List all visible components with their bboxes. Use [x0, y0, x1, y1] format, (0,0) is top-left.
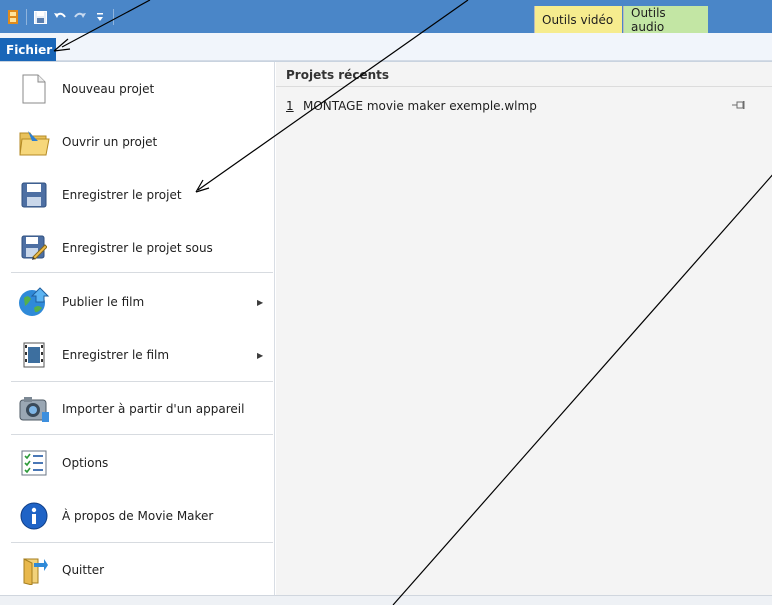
menu-item-save-project-as[interactable]: Enregistrer le projet sous [3, 221, 275, 275]
menu-item-label: Quitter [62, 563, 105, 577]
menu-footer-bar [0, 595, 772, 605]
info-icon [17, 499, 51, 533]
menu-divider [11, 434, 273, 435]
quick-access-toolbar [6, 6, 114, 28]
ribbon-tab-row [0, 33, 772, 61]
menu-item-open-project[interactable]: Ouvrir un projet [3, 115, 275, 169]
menu-item-new-project[interactable]: Nouveau projet [3, 62, 275, 116]
customize-dropdown-icon[interactable] [93, 10, 107, 24]
tab-video-tools[interactable]: Outils vidéo [534, 6, 622, 33]
file-menu-commands: Nouveau projet Ouvrir un projet Enregist… [3, 62, 275, 595]
menu-item-import-device[interactable]: Importer à partir d'un appareil [3, 382, 275, 436]
save-icon[interactable] [33, 10, 47, 24]
recent-project-name: MONTAGE movie maker exemple.wlmp [303, 99, 537, 113]
publish-globe-icon [17, 285, 51, 319]
recent-divider [276, 86, 772, 87]
tab-audio-tools[interactable]: Outils audio [623, 6, 708, 34]
recent-projects-title: Projets récents [286, 68, 389, 82]
menu-item-save-project[interactable]: Enregistrer le projet [3, 168, 275, 222]
toolbar-separator [113, 9, 114, 25]
title-bar: Outils vidéo Outils audio [0, 0, 772, 34]
recent-project-number: 1 [286, 99, 294, 113]
save-disk-icon [17, 178, 51, 212]
recent-projects-pane: Projets récents 1 MONTAGE movie maker ex… [276, 62, 772, 595]
app-icon[interactable] [6, 10, 20, 24]
recent-project-item[interactable]: 1 MONTAGE movie maker exemple.wlmp [276, 96, 772, 116]
file-menu-button[interactable]: Fichier [0, 38, 56, 61]
undo-icon[interactable] [53, 10, 67, 24]
exit-icon [17, 553, 51, 587]
menu-item-label: À propos de Movie Maker [62, 509, 214, 523]
film-save-icon [17, 338, 51, 372]
menu-item-about[interactable]: À propos de Movie Maker [3, 489, 275, 543]
menu-item-label: Publier le film [62, 295, 145, 309]
menu-item-label: Nouveau projet [62, 82, 155, 96]
submenu-arrow-icon: ▶ [257, 297, 264, 307]
menu-divider [11, 272, 273, 273]
open-folder-icon [17, 125, 51, 159]
menu-item-options[interactable]: Options [3, 436, 275, 490]
new-document-icon [17, 72, 51, 106]
menu-item-save-movie[interactable]: Enregistrer le film ▶ [3, 328, 275, 382]
pin-icon[interactable] [732, 99, 746, 111]
menu-item-label: Enregistrer le projet [62, 188, 182, 202]
menu-item-label: Enregistrer le projet sous [62, 241, 213, 255]
file-menu-panel: Nouveau projet Ouvrir un projet Enregist… [0, 61, 772, 605]
menu-item-label: Importer à partir d'un appareil [62, 402, 245, 416]
save-as-icon [17, 231, 51, 265]
camera-import-icon [17, 392, 51, 426]
submenu-arrow-icon: ▶ [257, 350, 264, 360]
toolbar-separator [26, 9, 27, 25]
redo-icon[interactable] [73, 10, 87, 24]
menu-item-label: Enregistrer le film [62, 348, 170, 362]
options-checklist-icon [17, 446, 51, 480]
menu-item-label: Ouvrir un projet [62, 135, 158, 149]
menu-item-label: Options [62, 456, 109, 470]
menu-item-exit[interactable]: Quitter [3, 543, 275, 597]
menu-item-publish-movie[interactable]: Publier le film ▶ [3, 275, 275, 329]
